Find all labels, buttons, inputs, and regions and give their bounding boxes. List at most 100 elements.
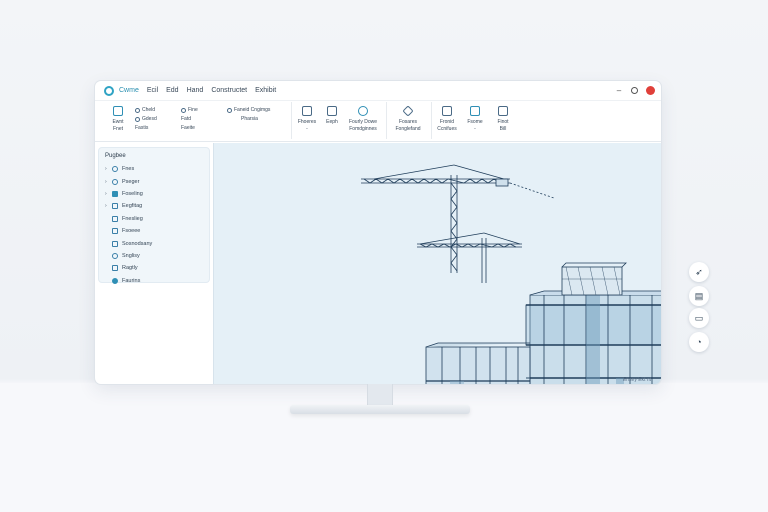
chevron-right-icon[interactable]: › [105,179,112,185]
tool-row: Pharsia [227,115,258,124]
sidebar-item-ragtly[interactable]: Ragtly [105,262,209,274]
tool-label: Eeph [326,119,338,125]
window-controls: – [615,86,655,95]
sidebar-item-sosnodsany[interactable]: Sosnodsany [105,237,209,249]
chevron-right-icon[interactable]: › [105,191,112,197]
chevron-right-icon[interactable]: › [105,203,112,209]
tool-row-label: Faeite [181,125,195,131]
sidebar-item-label: Snglisy [122,252,140,259]
layers-icon [112,240,118,247]
tool-fhoeres[interactable]: Fhoeres - [296,106,318,139]
sidebar-item-fsoeee[interactable]: Fsoeee [105,225,209,237]
menu-item-edd[interactable]: Edd [166,87,178,94]
tool-cheld[interactable]: Cheld Gdesd Fastis [135,106,175,139]
copy-icon [227,108,232,113]
tool-label: Fsome [467,119,483,125]
sidebar-item-label: Fneslieg [122,215,143,222]
title-bar: Cwme Ecil Edd Hand Constructet Exhibit – [95,81,661,101]
cube-icon [112,190,118,197]
tool-fourly-dowe[interactable]: Fourly Dowe Fomdginnes [346,106,380,139]
layers-icon [181,108,186,113]
tool-row-label: Pharsia [241,116,258,122]
tool-finot[interactable]: Finot Bill [492,106,514,139]
sidebar-item-label: Fsoeee [122,228,141,235]
pin-icon [112,277,118,284]
tool-row: Gdesd [135,115,157,124]
tool-row: Faeite [181,124,195,133]
pencil-icon [113,106,123,116]
chat-icon: ▭ [694,312,704,323]
comment-icon: ◔ [696,337,702,347]
tool-sublabel: Fomdginnes [349,126,377,132]
brush-icon [302,106,312,116]
tool-label: Fourly Dowe [348,119,378,125]
tool-row: Fatd [181,115,191,124]
small-crane [417,232,522,283]
sidebar-item-label: Eegfitag [122,203,143,210]
ribbon-group-shape: Fosares Fonglefand [387,102,432,139]
tool-eeph[interactable]: Eeph [324,106,340,139]
sidebar-title: Pugbee [105,153,126,159]
tool-label: Fhoeres [297,119,317,125]
tool-label: Fronid [439,119,455,125]
tool-fronid[interactable]: Fronid Ccnifues [436,106,458,139]
grid-icon [112,215,118,222]
sidebar-item-label: Faurins [122,277,141,284]
monitor-base [290,405,470,414]
3d-viewport[interactable]: Ensey Ekt nt [213,143,661,384]
chat-button[interactable]: ▭ [689,308,709,328]
sidebar-item-snglisy[interactable]: Snglisy [105,250,209,262]
tool-sublabel: Fonglefand [395,126,421,132]
tool-sublabel: Fnet [112,126,123,132]
menu-item-exhibit[interactable]: Exhibit [255,87,276,94]
tool-faneid[interactable]: Faneid Cngimgs Pharsia [227,106,285,139]
tool-row: Fastis [135,124,148,133]
sidebar-item-label: Fnes [122,166,135,173]
list-icon [135,108,140,113]
tool-fosares[interactable]: Fosares Fonglefand [391,105,425,139]
tool-row-label: Fine [188,107,198,113]
monitor-neck [367,384,393,406]
list-icon [135,117,140,122]
sidebar-item-fnes[interactable]: › Fnes [105,163,209,175]
sidebar-item-label: Foseling [122,190,143,197]
tool-label: Finot [497,119,509,125]
document-icon [442,106,452,116]
tool-sublabel: - [474,126,476,132]
tablet-icon [470,106,480,116]
sidebar-item-pseger[interactable]: › Pseger [105,175,209,187]
main-tower [525,262,661,384]
tool-row: Fine [181,106,198,115]
close-button[interactable] [646,86,655,95]
tool-ewnt[interactable]: Ewnt Fnet [107,106,129,139]
sidebar-item-fneslieg[interactable]: Fneslieg [105,213,209,225]
sidebar-item-foseling[interactable]: › Foseling [105,188,209,200]
menu-item-ecil[interactable]: Ecil [147,87,158,94]
menu-item-constructet[interactable]: Constructet [211,87,247,94]
calendar-button[interactable]: ▤ [689,286,709,306]
sidebar-item-faurins[interactable]: Faurins [105,275,209,287]
tool-row-label: Cheld [142,107,156,113]
navigate-button[interactable]: ➶ [689,262,709,282]
chevron-right-icon[interactable]: › [105,166,112,172]
sidebar-item-label: Pseger [122,178,140,185]
maximize-button[interactable] [631,87,638,94]
globe-icon [112,166,118,173]
ribbon-group-view: Fhoeres - Eeph Fourly Dowe Fomdginnes [292,102,387,139]
tool-row: Faneid Cngimgs [227,106,270,115]
sidebar-item-eegfitag[interactable]: › Eegfitag [105,200,209,212]
minimize-button[interactable]: – [615,86,623,95]
tower-crane [361,164,555,273]
menu-item-hand[interactable]: Hand [187,87,204,94]
comment-button[interactable]: ◔ [689,332,709,352]
navigate-icon: ➶ [695,266,703,277]
building-model [361,164,661,384]
tool-fine[interactable]: Fine Fatd Faeite [181,106,221,139]
node-icon [112,265,118,272]
tool-fsome[interactable]: Fsome - [464,106,486,139]
tool-sublabel: Bill [499,126,507,132]
monitor-screen: Cwme Ecil Edd Hand Constructet Exhibit –… [95,81,661,384]
tool-row-label: Gdesd [142,116,157,122]
sphere-icon [112,178,118,185]
image-icon [327,106,337,116]
